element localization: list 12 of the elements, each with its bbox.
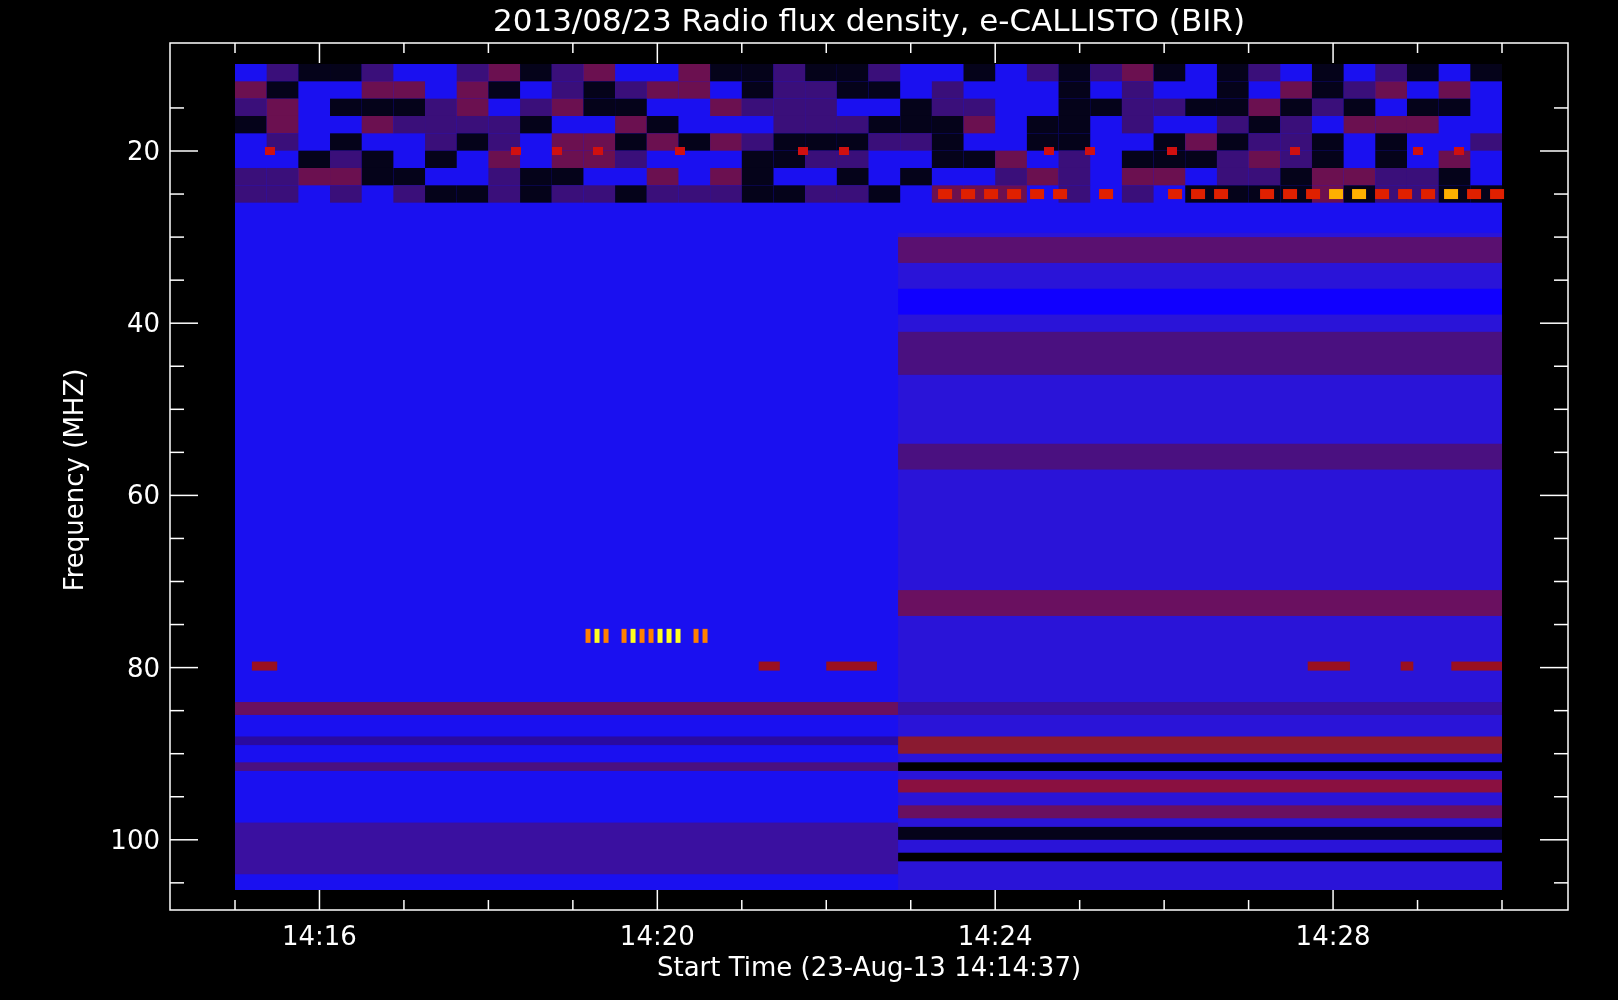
y-tick-label: 20 <box>126 136 160 166</box>
y-tick-label: 80 <box>126 652 160 683</box>
y-axis-label: Frequency (MHZ) <box>59 368 89 592</box>
x-axis-label: Start Time (23-Aug-13 14:14:37) <box>656 952 1082 982</box>
y-tick-label: 100 <box>110 824 160 855</box>
y-tick-label: 40 <box>126 308 160 339</box>
x-tick-label: 14:24 <box>957 921 1033 951</box>
x-tick-label: 14:20 <box>619 921 695 951</box>
x-tick-label: 14:28 <box>1295 921 1371 951</box>
x-tick-label: 14:16 <box>282 921 357 951</box>
y-tick-label: 60 <box>126 480 160 511</box>
chart-title: 2013/08/23 Radio flux density, e-CALLISTO (BIR) <box>493 2 1245 38</box>
